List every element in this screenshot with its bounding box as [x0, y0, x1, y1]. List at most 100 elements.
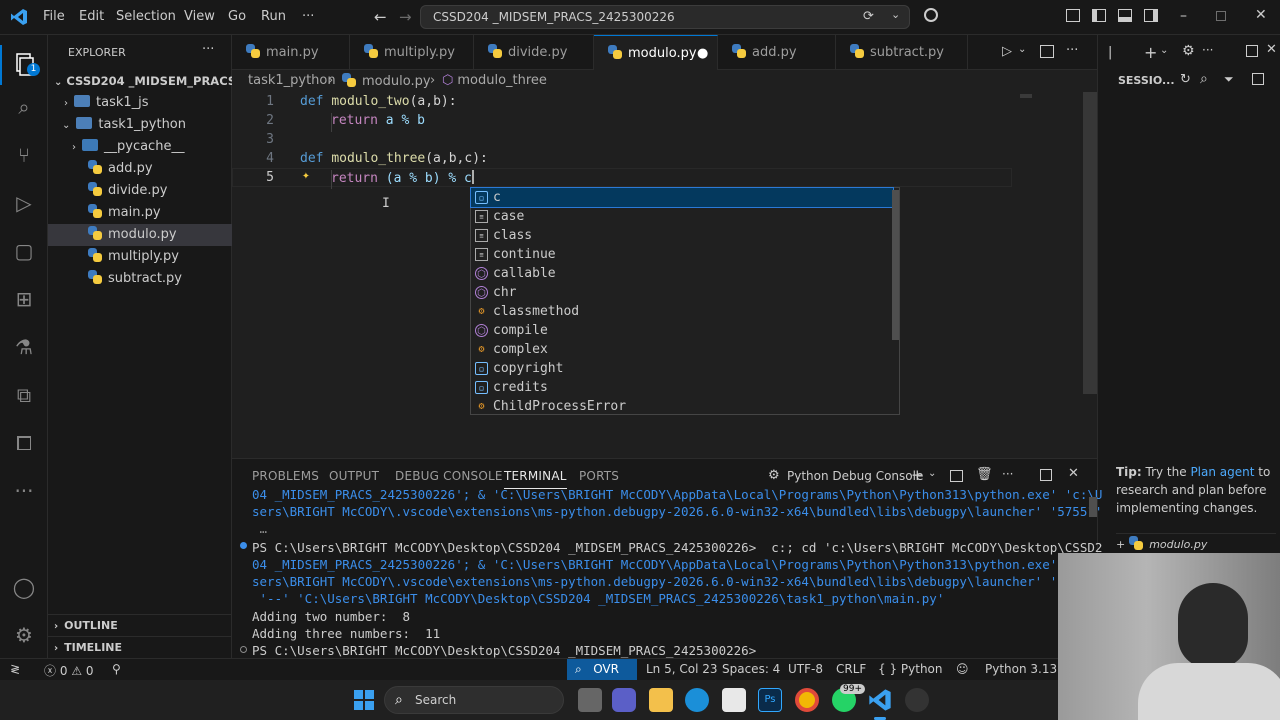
windows-start-icon[interactable]: [352, 688, 376, 712]
tab-problems[interactable]: PROBLEMS: [252, 469, 319, 483]
menu-file[interactable]: File: [43, 9, 65, 24]
command-decoration-icon[interactable]: [240, 542, 247, 549]
maximize-icon[interactable]: [1216, 11, 1226, 21]
filter-icon[interactable]: ⏷: [1224, 72, 1234, 87]
outline-section[interactable]: › OUTLINE: [48, 614, 232, 636]
debug-icon[interactable]: ⚲: [112, 662, 121, 676]
sparkle-icon[interactable]: ✦: [302, 168, 310, 183]
more-icon[interactable]: |: [1108, 45, 1112, 60]
search-icon[interactable]: ⌕: [1200, 71, 1208, 87]
chevron-down-icon[interactable]: ⌄: [928, 468, 936, 479]
minimap[interactable]: [1020, 94, 1032, 98]
tab-subtract[interactable]: subtract.py: [836, 35, 968, 70]
new-terminal-icon[interactable]: +: [911, 466, 924, 484]
breadcrumb-folder[interactable]: task1_python: [248, 73, 336, 88]
remote-explorer-icon[interactable]: ▢: [10, 237, 38, 265]
menu-edit[interactable]: Edit: [79, 9, 104, 24]
suggestion-item[interactable]: ⚙ classmethod: [471, 302, 893, 321]
containers-icon[interactable]: ⧠: [10, 429, 38, 457]
maximize-panel-icon[interactable]: [1040, 469, 1052, 481]
line-ending[interactable]: CRLF: [836, 662, 866, 676]
suggestion-item[interactable]: ▫ copyright: [471, 359, 893, 378]
tree-item-task1-js[interactable]: › task1_js: [48, 92, 232, 114]
tree-item-subtract[interactable]: subtract.py: [48, 268, 232, 290]
close-icon[interactable]: ✕: [1255, 7, 1267, 23]
menu-run[interactable]: Run: [261, 9, 286, 24]
editor-scrollbar[interactable]: [1083, 92, 1097, 394]
suggestion-scrollbar[interactable]: [892, 190, 899, 340]
store-icon[interactable]: [722, 688, 746, 712]
menu-go[interactable]: Go: [228, 9, 246, 24]
terminal-prompt[interactable]: PS C:\Users\BRIGHT McCODY\Desktop\CSSD20…: [252, 643, 764, 658]
close-panel-icon[interactable]: ✕: [1068, 466, 1079, 481]
forward-arrow-icon[interactable]: →: [399, 8, 412, 26]
cursor-position[interactable]: Ln 5, Col 23: [646, 662, 718, 676]
edge-icon[interactable]: [685, 688, 709, 712]
suggestion-item[interactable]: ⚙ complex: [471, 340, 893, 359]
timeline-section[interactable]: › TIMELINE: [48, 636, 232, 658]
indentation[interactable]: Spaces: 4: [722, 662, 780, 676]
unsaved-dot-icon[interactable]: ●: [697, 36, 708, 71]
remote-indicator-icon[interactable]: ≷: [10, 662, 20, 676]
more-actions-icon[interactable]: ···: [1002, 467, 1013, 481]
tab-modulo[interactable]: modulo.py ●: [594, 35, 718, 70]
extensions-icon[interactable]: ⊞: [10, 285, 38, 313]
search-icon[interactable]: ⌕: [10, 93, 38, 121]
tree-item-main[interactable]: main.py: [48, 202, 232, 224]
menu-more[interactable]: ···: [302, 9, 314, 24]
tab-add[interactable]: add.py: [718, 35, 836, 70]
suggestion-item[interactable]: ⬡ chr: [471, 283, 893, 302]
tab-terminal[interactable]: TERMINAL: [504, 469, 567, 489]
problems-indicator[interactable]: ⓧ 0 ⚠ 0: [44, 662, 94, 679]
vscode-taskbar-icon[interactable]: [868, 688, 892, 712]
plan-agent-link[interactable]: Plan agent: [1190, 465, 1254, 479]
python-icon[interactable]: ⧉: [10, 381, 38, 409]
tree-item-divide[interactable]: divide.py: [48, 180, 232, 202]
menu-view[interactable]: View: [184, 9, 215, 24]
chrome-icon[interactable]: [795, 688, 819, 712]
run-debug-icon[interactable]: ▷: [10, 189, 38, 217]
copilot-icon[interactable]: [924, 8, 938, 22]
tab-ports[interactable]: PORTS: [579, 469, 619, 483]
chat-icon[interactable]: ⟳: [863, 9, 874, 24]
tab-multiply[interactable]: multiply.py: [350, 35, 474, 70]
command-decoration-icon[interactable]: [240, 646, 247, 653]
taskbar-search[interactable]: ⌕ Search: [384, 686, 564, 714]
suggestion-item[interactable]: ▫ credits: [471, 378, 893, 397]
split-terminal-icon[interactable]: [950, 470, 963, 482]
explorer-more-icon[interactable]: ···: [202, 42, 214, 57]
tree-item-pycache[interactable]: › __pycache__: [48, 136, 232, 158]
close-panel-icon[interactable]: ✕: [1266, 42, 1277, 57]
source-control-icon[interactable]: ⑂: [10, 141, 38, 169]
menu-selection[interactable]: Selection: [116, 9, 176, 24]
chevron-down-icon[interactable]: ⌄: [891, 8, 900, 21]
more-actions-icon[interactable]: ···: [1202, 43, 1213, 57]
tree-item-modulo[interactable]: modulo.py: [48, 224, 232, 246]
terminal-profile-label[interactable]: Python Debug Console: [787, 469, 923, 483]
suggestion-item[interactable]: ⬡ compile: [471, 321, 893, 340]
encoding[interactable]: UTF-8: [788, 662, 823, 676]
layout-controls-icon[interactable]: [1066, 9, 1080, 22]
suggestion-item[interactable]: ≡ continue: [471, 245, 893, 264]
suggestion-item[interactable]: ⬡ callable: [471, 264, 893, 283]
tab-debug-console[interactable]: DEBUG CONSOLE: [395, 469, 503, 483]
run-options-chevron-icon[interactable]: ⌄: [1018, 44, 1026, 55]
ovr-mode[interactable]: ⌕ OVR: [567, 659, 637, 680]
back-arrow-icon[interactable]: ←: [374, 8, 387, 26]
split-editor-icon[interactable]: [1040, 45, 1054, 58]
chat-context-file[interactable]: + modulo.py: [1116, 533, 1276, 551]
terminal-scrollbar[interactable]: [1089, 497, 1097, 517]
photoshop-icon[interactable]: Ps: [758, 688, 782, 712]
settings-gear-icon[interactable]: ⚙: [1182, 43, 1195, 59]
minimize-icon[interactable]: –: [1180, 8, 1187, 24]
toggle-panel-icon[interactable]: [1118, 9, 1132, 22]
task-view-icon[interactable]: [578, 688, 602, 712]
layout-icon[interactable]: [1252, 73, 1264, 85]
toggle-secondary-sidebar-icon[interactable]: [1144, 9, 1158, 22]
file-explorer-icon[interactable]: [649, 688, 673, 712]
breadcrumb-file[interactable]: modulo.py: [342, 73, 431, 89]
tree-item-task1-python[interactable]: ⌄ task1_python: [48, 114, 232, 136]
manage-gear-icon[interactable]: ⚙: [10, 621, 38, 649]
chevron-down-icon[interactable]: ⌄: [1160, 45, 1168, 56]
maximize-panel-icon[interactable]: [1246, 45, 1258, 57]
